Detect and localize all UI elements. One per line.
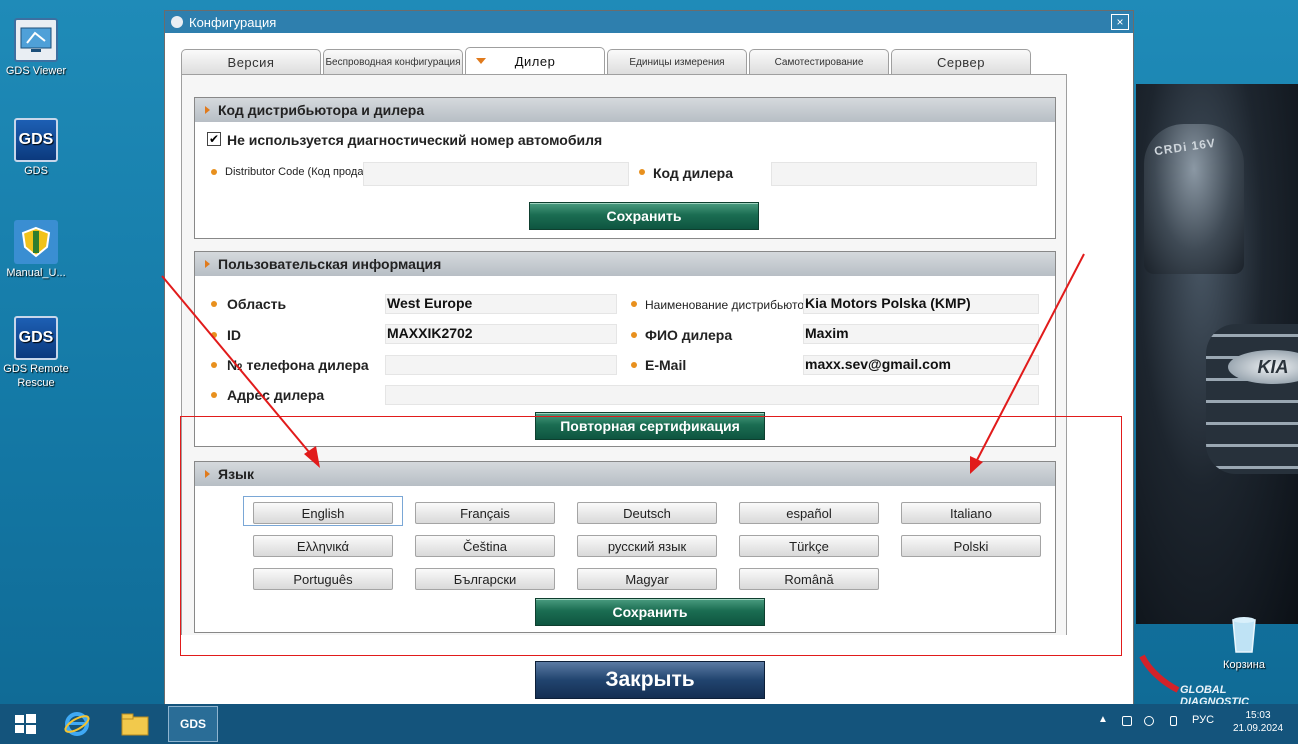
window-title: Конфигурация bbox=[189, 14, 277, 30]
distributor-name-label: Наименование дистрибьютора bbox=[645, 298, 818, 312]
desktop-icon-label: GDS Remote Rescue bbox=[3, 363, 69, 389]
recycle-bin-icon bbox=[1222, 612, 1266, 656]
desktop-icon-label: Manual_U... bbox=[6, 267, 66, 279]
input-language-indicator[interactable]: РУС bbox=[1192, 714, 1214, 726]
bullet-icon bbox=[211, 301, 217, 307]
active-tab-indicator-icon bbox=[476, 58, 486, 64]
tab-version[interactable]: Версия bbox=[181, 49, 321, 75]
windows-start-icon bbox=[15, 714, 36, 734]
region-label: Область bbox=[227, 296, 287, 312]
section-heading-text: Код дистрибьютора и дилера bbox=[218, 102, 425, 118]
desktop-icon-gds[interactable]: GDS GDS bbox=[0, 118, 72, 178]
volume-icon[interactable] bbox=[1144, 716, 1154, 726]
gds-viewer-icon bbox=[14, 18, 58, 62]
tab-dealer[interactable]: Дилер bbox=[465, 47, 605, 75]
vin-unused-label: Не используется диагностический номер ав… bbox=[227, 132, 603, 148]
desktop-icon-label: Корзина bbox=[1223, 659, 1265, 671]
file-explorer-button[interactable] bbox=[110, 706, 160, 742]
clock-time: 15:03 bbox=[1245, 710, 1271, 721]
bullet-icon bbox=[631, 332, 637, 338]
bullet-icon bbox=[211, 362, 217, 368]
section-heading-text: Пользовательская информация bbox=[218, 256, 442, 272]
taskbar-clock[interactable]: 15:03 21.09.2024 bbox=[1228, 709, 1288, 735]
email-label: E-Mail bbox=[645, 357, 687, 373]
internet-explorer-icon bbox=[64, 712, 90, 736]
desktop-icon-recycle-bin[interactable]: Корзина bbox=[1208, 612, 1280, 672]
dealer-name-value: Maxim bbox=[805, 325, 849, 341]
manual-shield-icon bbox=[14, 220, 58, 264]
dealer-code-label: Код дилера bbox=[653, 165, 734, 181]
desktop-icon-gds-remote[interactable]: GDS GDS Remote Rescue bbox=[0, 316, 72, 390]
region-value: West Europe bbox=[387, 295, 473, 311]
section-heading: Пользовательская информация bbox=[195, 252, 1055, 276]
id-value: MAXXIK2702 bbox=[387, 325, 473, 341]
section-heading: Код дистрибьютора и дилера bbox=[195, 98, 1055, 122]
tab-self-test[interactable]: Самотестирование bbox=[749, 49, 889, 75]
desktop-icon-label: GDS Viewer bbox=[5, 65, 67, 77]
distributor-name-value: Kia Motors Polska (KMP) bbox=[805, 295, 971, 311]
distributor-code-label: Distributor Code (Код продавца) bbox=[225, 166, 386, 178]
dealer-address-label: Адрес дилера bbox=[227, 387, 325, 403]
dealer-phone-label: № телефона дилера bbox=[227, 357, 369, 373]
dealer-code-section: Код дистрибьютора и дилера ✔ Не использу… bbox=[194, 97, 1056, 239]
dealer-address-field bbox=[385, 385, 1039, 405]
network-icon[interactable] bbox=[1122, 716, 1132, 726]
battery-icon[interactable] bbox=[1170, 716, 1177, 726]
gds-remote-icon: GDS bbox=[14, 316, 58, 360]
distributor-code-input[interactable] bbox=[363, 162, 629, 186]
window-titlebar[interactable]: Конфигурация × bbox=[165, 11, 1133, 33]
tab-dealer-label: Дилер bbox=[514, 54, 556, 69]
email-value: maxx.sev@gmail.com bbox=[805, 356, 951, 372]
bullet-icon bbox=[639, 169, 645, 175]
gds-taskbar-label: GDS bbox=[179, 717, 206, 731]
id-label: ID bbox=[227, 327, 241, 343]
tab-server[interactable]: Сервер bbox=[891, 49, 1031, 75]
dealer-code-save-button[interactable]: Сохранить bbox=[529, 202, 759, 230]
highlight-annotation bbox=[180, 416, 1122, 656]
gds-swoosh-logo bbox=[1139, 654, 1180, 693]
bullet-icon bbox=[211, 169, 217, 175]
tab-bar: Версия Беспроводная конфигурация Дилер Е… bbox=[181, 47, 1033, 75]
gds-taskbar-button[interactable]: GDS bbox=[168, 706, 218, 742]
dealer-name-label: ФИО дилера bbox=[645, 327, 733, 343]
start-button[interactable] bbox=[0, 706, 50, 742]
section-arrow-icon bbox=[205, 260, 210, 268]
clock-date: 21.09.2024 bbox=[1232, 723, 1284, 734]
tab-wireless-config[interactable]: Беспроводная конфигурация bbox=[323, 49, 463, 75]
desktop-icon-manual[interactable]: Manual_U... bbox=[0, 220, 72, 280]
bullet-icon bbox=[631, 362, 637, 368]
bullet-icon bbox=[631, 301, 637, 307]
internet-explorer-button[interactable] bbox=[52, 706, 102, 742]
close-button[interactable]: Закрыть bbox=[535, 661, 765, 699]
tab-units[interactable]: Единицы измерения bbox=[607, 49, 747, 75]
folder-icon bbox=[121, 713, 149, 736]
vin-unused-checkbox[interactable]: ✔ bbox=[207, 132, 221, 146]
app-icon bbox=[171, 16, 183, 28]
section-arrow-icon bbox=[205, 106, 210, 114]
desktop-icon-gds-viewer[interactable]: GDS Viewer bbox=[0, 18, 72, 78]
gds-app-icon: GDS bbox=[14, 118, 58, 162]
bullet-icon bbox=[211, 392, 217, 398]
dealer-code-input[interactable] bbox=[771, 162, 1037, 186]
dealer-phone-field bbox=[385, 355, 617, 375]
bullet-icon bbox=[211, 332, 217, 338]
grille-image bbox=[1206, 324, 1298, 474]
window-close-button[interactable]: × bbox=[1111, 14, 1129, 30]
desktop-icon-label: GDS bbox=[24, 165, 48, 177]
tray-expand-icon[interactable]: ▲ bbox=[1098, 714, 1108, 725]
wallpaper-kia-image: CRDi 16V KIA bbox=[1136, 84, 1298, 624]
